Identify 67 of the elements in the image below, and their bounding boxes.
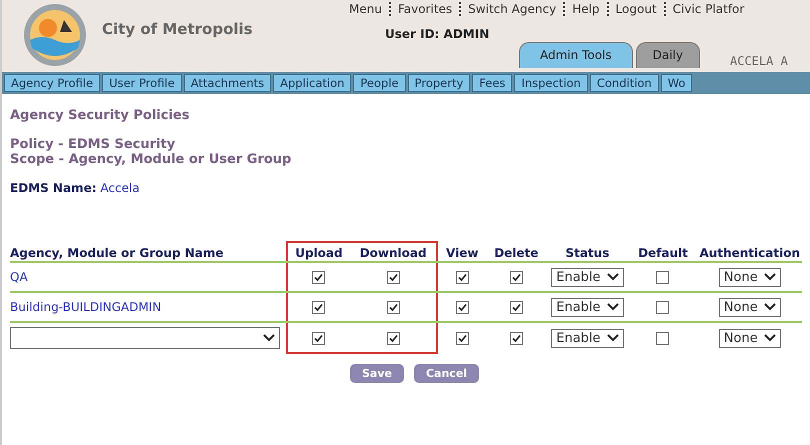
caret-icon [606, 303, 619, 311]
permission-checkbox[interactable] [656, 301, 670, 314]
nav-tab[interactable]: Agency Profile [4, 74, 100, 92]
permission-checkbox[interactable] [656, 332, 670, 346]
column-header: Authentication [698, 242, 802, 262]
permission-checkbox[interactable] [312, 301, 326, 314]
caret-icon [764, 273, 776, 281]
column-header: Delete [486, 242, 546, 262]
permission-checkbox[interactable] [510, 332, 523, 346]
page-title: Agency Security Policies [10, 108, 190, 123]
permission-checkbox[interactable] [386, 271, 400, 284]
status-dropdown[interactable]: Enable [551, 268, 624, 286]
permission-checkbox[interactable] [510, 271, 523, 284]
authentication-dropdown[interactable]: None [718, 268, 781, 286]
column-header: Default [628, 242, 698, 262]
user-id-value: ADMIN [444, 27, 490, 41]
permission-checkbox[interactable] [312, 332, 326, 345]
permission-checkbox[interactable] [386, 301, 400, 314]
user-id-label: User ID: [385, 27, 440, 41]
policy-scope: Scope - Agency, Module or User Group [10, 152, 292, 167]
nav-tab[interactable]: Property [408, 74, 470, 92]
top-menu-link[interactable]: Help [565, 2, 607, 16]
group-name-link[interactable]: QA [10, 270, 28, 284]
permission-checkbox[interactable] [456, 271, 469, 284]
permission-checkbox[interactable] [386, 332, 400, 345]
nav-tab[interactable]: Inspection [514, 74, 588, 92]
caret-icon [606, 273, 619, 281]
group-name-dropdown[interactable] [10, 327, 280, 349]
status-dropdown[interactable]: Enable [551, 298, 624, 316]
brand-text: ACCELA A [730, 54, 788, 68]
status-dropdown[interactable]: Enable [551, 328, 624, 348]
nav-tab[interactable]: Application [273, 74, 352, 92]
top-menu-link[interactable]: Logout [608, 2, 664, 16]
nav-tab[interactable]: Fees [472, 74, 512, 92]
column-header: View [437, 242, 486, 262]
group-name-link[interactable]: Building-BUILDINGADMIN [10, 300, 162, 314]
agency-name: City of Metropolis [102, 20, 253, 38]
top-menu-link[interactable]: Favorites [390, 2, 460, 16]
city-seal-logo [22, 2, 88, 68]
policy-name: Policy - EDMS Security [10, 137, 176, 152]
caret-icon [764, 303, 776, 311]
nav-tab[interactable]: Attachments [184, 74, 272, 92]
column-header: Upload [286, 242, 350, 262]
top-menu-link[interactable]: Menu [342, 2, 389, 16]
nav-tab[interactable]: Condition [590, 74, 659, 92]
nav-tab[interactable]: People [353, 74, 406, 92]
top-menu-link[interactable]: Switch Agency [461, 2, 564, 16]
caret-icon [263, 334, 275, 342]
permission-checkbox[interactable] [656, 271, 670, 284]
column-header: Agency, Module or Group Name [10, 242, 287, 262]
permission-checkbox[interactable] [456, 332, 469, 346]
nav-tab[interactable]: Wo [660, 74, 692, 92]
nav-tab[interactable]: User Profile [102, 74, 182, 92]
permission-checkbox[interactable] [312, 271, 326, 284]
edms-name-label: EDMS Name: [10, 181, 97, 195]
authentication-dropdown[interactable]: None [718, 328, 781, 348]
column-header: Download [350, 242, 438, 262]
caret-icon [764, 334, 776, 342]
caret-icon [606, 334, 619, 342]
top-menu-link[interactable]: Civic Platfor [666, 2, 752, 16]
column-header: Status [546, 242, 628, 262]
permission-checkbox[interactable] [456, 301, 469, 314]
module-tab[interactable]: Daily [636, 42, 700, 68]
edms-name-link[interactable]: Accela [100, 181, 140, 195]
module-tab[interactable]: Admin Tools [519, 42, 633, 68]
permission-checkbox[interactable] [510, 301, 523, 314]
authentication-dropdown[interactable]: None [718, 298, 781, 316]
